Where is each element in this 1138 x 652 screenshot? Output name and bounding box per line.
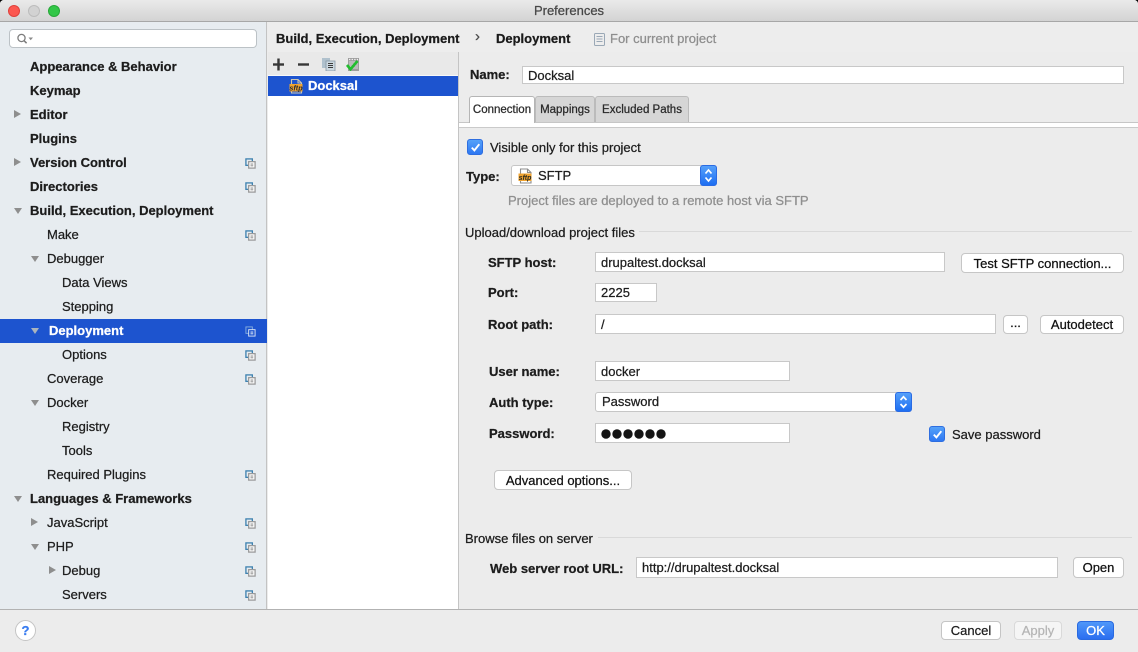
svg-text:sftp: sftp: [289, 83, 303, 92]
svg-text:sftp: sftp: [519, 175, 532, 182]
